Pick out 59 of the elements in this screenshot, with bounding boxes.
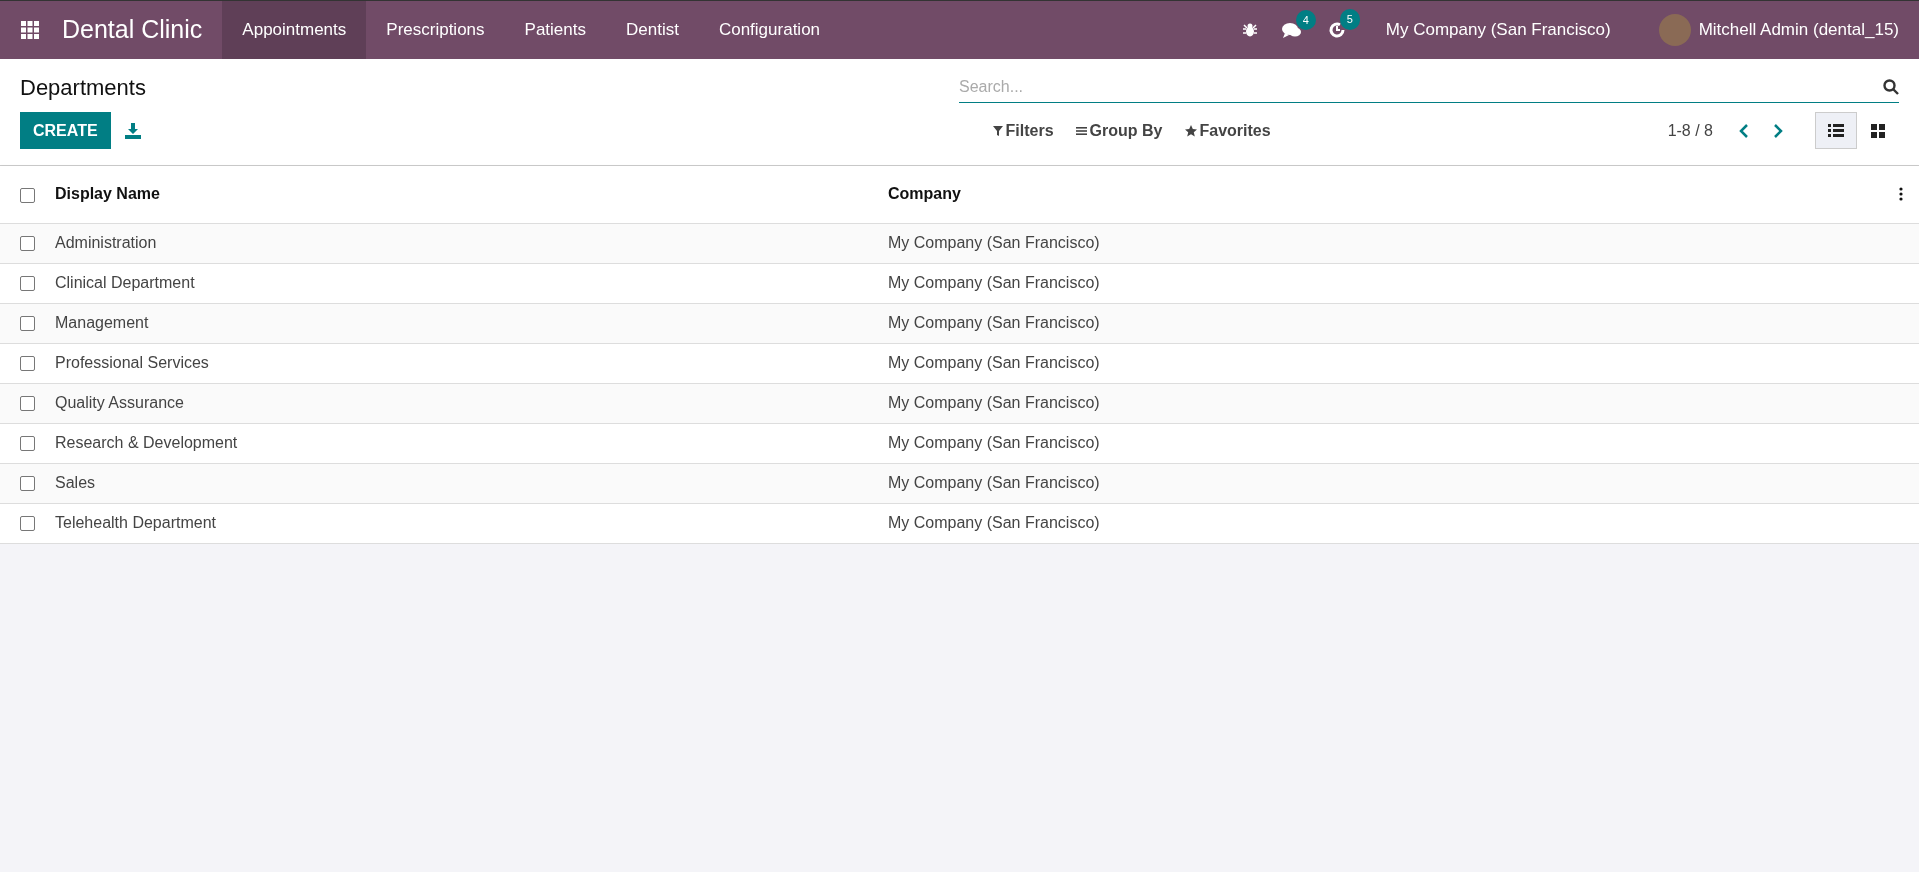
chat-icon[interactable]	[1281, 21, 1302, 39]
user-menu[interactable]: Mitchell Admin (dental_15)	[1698, 17, 1899, 43]
table-cell: My Company (San Francisco)	[888, 303, 1899, 343]
table-cell: My Company (San Francisco)	[888, 383, 1899, 423]
table-cell: Management	[55, 303, 888, 343]
menu-tab[interactable]: Configuration	[698, 1, 841, 59]
next-icon[interactable]	[1773, 123, 1783, 138]
table-cell: My Company (San Francisco)	[888, 223, 1899, 263]
table-cell: My Company (San Francisco)	[888, 463, 1899, 503]
bug-icon[interactable]	[1241, 22, 1258, 38]
checkbox[interactable]	[20, 187, 35, 203]
table-cell: My Company (San Francisco)	[888, 503, 1899, 543]
list-icon	[1828, 124, 1844, 137]
pager-value[interactable]: 1-8 / 8	[1667, 118, 1713, 143]
table-cell: Research & Development	[55, 423, 888, 463]
group-by-button[interactable]: Group By	[1075, 118, 1163, 143]
checkbox[interactable]	[20, 276, 35, 292]
column-header[interactable]: Company	[888, 166, 1899, 223]
favorites-button[interactable]: Favorites	[1184, 118, 1271, 143]
table-cell: Sales	[55, 463, 888, 503]
star-icon	[1184, 124, 1197, 137]
table-cell: My Company (San Francisco)	[888, 423, 1899, 463]
checkbox[interactable]	[20, 396, 35, 412]
message-count-badge: 4	[1295, 9, 1316, 30]
search-field[interactable]: Search...	[959, 72, 1883, 103]
menu-tab[interactable]: Dentist	[606, 1, 699, 59]
list-view-button[interactable]	[1815, 112, 1857, 149]
checkbox[interactable]	[20, 436, 35, 452]
table-cell: My Company (San Francisco)	[888, 263, 1899, 303]
bars-icon	[1075, 125, 1087, 136]
menu-tab[interactable]: Patients	[504, 1, 606, 59]
column-header[interactable]: Display Name	[55, 166, 888, 223]
checkbox[interactable]	[20, 316, 35, 332]
table-cell: Telehealth Department	[55, 503, 888, 543]
table-cell: Professional Services	[55, 343, 888, 383]
grid-icon	[1871, 123, 1885, 138]
create-button[interactable]: CREATE	[20, 112, 111, 149]
table-cell: Quality Assurance	[55, 383, 888, 423]
page-title: Departments	[20, 74, 146, 102]
download-icon[interactable]	[124, 122, 141, 139]
checkbox[interactable]	[20, 476, 35, 492]
search-icon[interactable]	[1883, 79, 1899, 95]
app-title[interactable]: Dental Clinic	[62, 11, 203, 49]
menu-tab[interactable]: Prescriptions	[366, 1, 505, 59]
filters-button[interactable]: Filters	[992, 118, 1054, 143]
checkbox[interactable]	[20, 516, 35, 532]
clock-icon[interactable]	[1327, 21, 1346, 39]
previous-icon[interactable]	[1739, 123, 1749, 138]
activity-count-badge: 5	[1339, 9, 1360, 30]
company-switcher[interactable]: My Company (San Francisco)	[1385, 17, 1611, 43]
table-cell: My Company (San Francisco)	[888, 343, 1899, 383]
more-options-icon[interactable]	[1899, 187, 1903, 202]
table-cell: Administration	[55, 223, 888, 263]
menu-tab[interactable]: Appointments	[222, 1, 367, 59]
funnel-icon	[992, 125, 1003, 136]
checkbox[interactable]	[20, 236, 35, 252]
table-cell: Clinical Department	[55, 263, 888, 303]
apps-menu-icon[interactable]	[20, 20, 40, 40]
checkbox[interactable]	[20, 356, 35, 372]
